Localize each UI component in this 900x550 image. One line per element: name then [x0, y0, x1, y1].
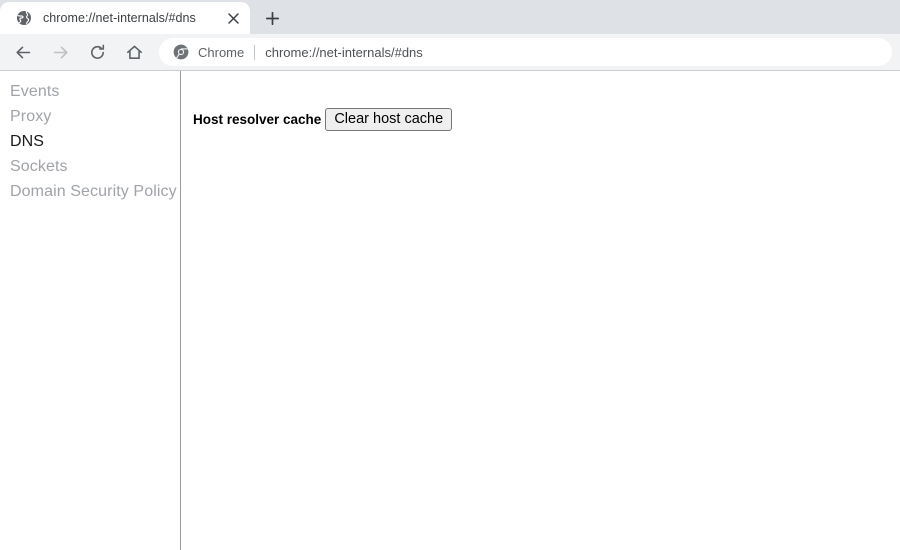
- home-icon: [125, 43, 144, 62]
- dns-panel: Host resolver cache Clear host cache: [181, 71, 900, 550]
- forward-button: [46, 38, 74, 66]
- host-resolver-cache-row: Host resolver cache Clear host cache: [193, 108, 900, 131]
- browser-window: chrome://net-internals/#dns: [0, 0, 900, 550]
- new-tab-button[interactable]: [257, 3, 287, 33]
- omnibox-chip-label: Chrome: [198, 45, 244, 60]
- browser-tab-active[interactable]: chrome://net-internals/#dns: [0, 2, 250, 34]
- reload-icon: [88, 43, 107, 62]
- host-resolver-cache-label: Host resolver cache: [193, 112, 321, 127]
- reload-button[interactable]: [83, 38, 111, 66]
- plus-icon: [266, 12, 279, 25]
- back-arrow-icon: [14, 43, 33, 62]
- tab-title: chrome://net-internals/#dns: [43, 11, 222, 25]
- forward-arrow-icon: [51, 43, 70, 62]
- sidebar-item-proxy[interactable]: Proxy: [0, 104, 180, 129]
- address-bar[interactable]: Chrome chrome://net-internals/#dns: [159, 38, 892, 66]
- sidebar-item-dns[interactable]: DNS: [0, 129, 180, 154]
- omnibox-url-text[interactable]: chrome://net-internals/#dns: [265, 45, 423, 60]
- chrome-logo-icon: [173, 44, 189, 60]
- back-button[interactable]: [9, 38, 37, 66]
- globe-icon: [16, 10, 32, 26]
- sidebar-item-events[interactable]: Events: [0, 79, 180, 104]
- page-viewport: Events Proxy DNS Sockets Domain Security…: [0, 71, 900, 550]
- sidebar-item-sockets[interactable]: Sockets: [0, 154, 180, 179]
- tab-strip: chrome://net-internals/#dns: [0, 0, 900, 34]
- browser-toolbar: Chrome chrome://net-internals/#dns: [0, 34, 900, 70]
- home-button[interactable]: [120, 38, 148, 66]
- close-icon[interactable]: [222, 7, 244, 29]
- omnibox-divider: [254, 45, 255, 60]
- clear-host-cache-button[interactable]: Clear host cache: [325, 108, 452, 131]
- net-internals-sidebar: Events Proxy DNS Sockets Domain Security…: [0, 71, 181, 550]
- sidebar-item-domain-security-policy[interactable]: Domain Security Policy: [0, 179, 180, 204]
